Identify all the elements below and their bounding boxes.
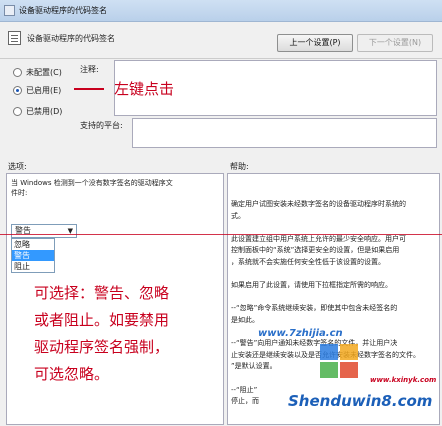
watermark-site1: www.7zhijia.cn bbox=[258, 328, 343, 339]
annotation-choose: 可选择：警告、忽略 或者阻止。如要禁用 驱动程序签名强制， 可选忽略。 bbox=[34, 280, 169, 388]
prev-setting-button[interactable]: 上一个设置(P) bbox=[277, 34, 353, 52]
comment-label: 注释: bbox=[80, 65, 99, 74]
radio-not-configured[interactable]: 未配置(C) bbox=[13, 66, 62, 78]
policy-icon bbox=[4, 5, 15, 16]
radio-enabled-label: 已启用(E) bbox=[26, 85, 62, 95]
help-line: 式。 bbox=[231, 211, 245, 220]
window-title: 设备驱动程序的代码签名 bbox=[19, 6, 107, 15]
help-line: 如果启用了此设置，请使用下拉框指定所需的响应。 bbox=[231, 281, 392, 290]
platform-label: 支持的平台: bbox=[80, 121, 123, 130]
help-line: 是如此。 bbox=[231, 316, 259, 324]
annotation-choose-line2: 或者阻止。如要禁用 bbox=[34, 311, 170, 329]
title-bar: 设备驱动程序的代码签名 bbox=[0, 0, 442, 22]
radio-disabled-label: 已禁用(D) bbox=[26, 106, 63, 116]
setting-icon bbox=[8, 31, 21, 45]
options-label: 选项: bbox=[8, 162, 27, 171]
options-description: 当 Windows 检测到一个没有数字签名的驱动程序文 件时: bbox=[11, 178, 173, 198]
radio-disabled-indicator[interactable] bbox=[13, 106, 22, 116]
radio-enabled-indicator[interactable] bbox=[13, 85, 22, 95]
radio-disabled[interactable]: 已禁用(D) bbox=[13, 105, 62, 117]
help-line: 控制面板中的“系统”选择更安全的设置，但是如果启用 bbox=[231, 246, 400, 255]
radio-enabled[interactable]: 已启用(E) bbox=[13, 84, 61, 96]
platform-field bbox=[132, 118, 437, 148]
annotation-pointer bbox=[74, 88, 104, 90]
dropdown-option-warn[interactable]: 警告 bbox=[12, 250, 54, 261]
annotation-choose-line4: 可选忽略。 bbox=[34, 365, 110, 383]
dropdown-option-ignore[interactable]: 忽略 bbox=[12, 239, 54, 250]
help-line: 确定用户试图安装未经数字签名的设备驱动程序时系统的 bbox=[231, 200, 406, 208]
divider bbox=[0, 58, 442, 59]
annotation-choose-line3: 驱动程序签名强制， bbox=[34, 338, 170, 356]
response-dropdown[interactable]: 警告 ▼ bbox=[11, 224, 77, 238]
annotation-choose-line1: 可选择：警告、忽略 bbox=[34, 284, 170, 302]
windows-logo-watermark bbox=[320, 344, 358, 378]
help-line: 此设置建立组中用户系统上允许的最少安全响应。用户可 bbox=[231, 234, 406, 243]
dropdown-option-block[interactable]: 阻止 bbox=[12, 261, 54, 272]
watermark-site2: Shenduwin8.com bbox=[288, 392, 433, 410]
help-line: --“忽略”命令系统继续安装，即使其中包含未经签名的 bbox=[231, 304, 398, 313]
dropdown-list: 忽略 警告 阻止 bbox=[11, 238, 55, 273]
annotation-line bbox=[0, 234, 442, 235]
radio-not-configured-label: 未配置(C) bbox=[26, 67, 62, 77]
options-description-line1: 当 Windows 检测到一个没有数字签名的驱动程序文 bbox=[11, 179, 173, 187]
watermark-site3: www.kxinyk.com bbox=[370, 376, 437, 384]
help-line: ，系统就不会实施任何安全性低于该设置的设置。 bbox=[231, 258, 385, 266]
options-description-line2: 件时: bbox=[11, 189, 28, 197]
next-setting-button[interactable]: 下一个设置(N) bbox=[357, 34, 433, 52]
setting-title: 设备驱动程序的代码签名 bbox=[27, 34, 115, 43]
chevron-down-icon[interactable]: ▼ bbox=[68, 225, 73, 237]
help-label: 帮助: bbox=[230, 162, 249, 171]
radio-not-configured-indicator[interactable] bbox=[13, 67, 22, 77]
annotation-left-click: 左键点击 bbox=[114, 80, 175, 98]
